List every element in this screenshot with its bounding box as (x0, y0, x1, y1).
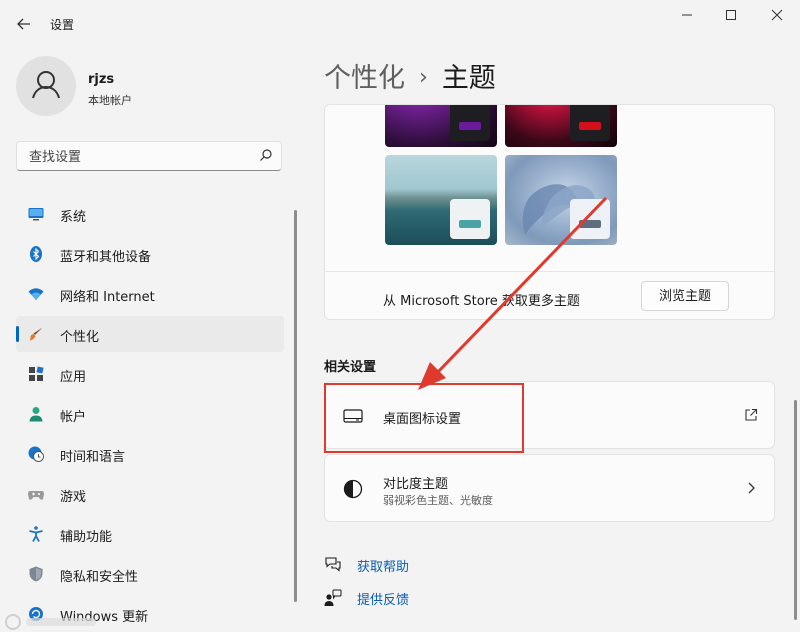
sidebar-item-gaming[interactable]: 游戏 (16, 476, 284, 512)
close-icon (771, 9, 783, 21)
sidebar-item-label: 辅助功能 (60, 530, 113, 545)
themes-card: 从 Microsoft Store 获取更多主题 浏览主题 (324, 104, 775, 320)
external-link-icon (745, 408, 758, 421)
sidebar-item-label: 网络和 Internet (60, 290, 155, 305)
shield-icon (29, 566, 43, 582)
contrast-themes-card[interactable]: 对比度主题 弱视彩色主题、光敏度 (324, 454, 775, 522)
username: rjzs (88, 72, 115, 87)
theme-thumbnail[interactable] (385, 155, 497, 245)
apps-icon (29, 366, 44, 381)
theme-preview-window (450, 199, 490, 239)
theme-preview-window (570, 199, 610, 239)
window-title: 设置 (50, 18, 75, 32)
monitor-icon (28, 208, 44, 221)
sidebar-item-label: 系统 (60, 210, 87, 225)
maximize-icon (726, 10, 736, 20)
wifi-icon (28, 288, 44, 300)
sidebar-item-label: 时间和语言 (60, 450, 126, 465)
person-icon (29, 407, 43, 422)
sidebar-item-apps[interactable]: 应用 (16, 356, 284, 392)
theme-thumbnail[interactable] (505, 155, 617, 245)
account-type: 本地帐户 (88, 94, 132, 107)
page-title: 主题 (441, 63, 496, 94)
minimize-button[interactable] (672, 6, 702, 28)
chevron-right-icon (748, 482, 755, 494)
theme-preview-window (570, 105, 610, 141)
sidebar-item-bluetooth[interactable]: 蓝牙和其他设备 (16, 236, 284, 272)
breadcrumb-separator: › (419, 65, 428, 90)
sidebar-item-label: 帐户 (60, 410, 87, 425)
annotation-highlight-box (324, 383, 524, 453)
sidebar-item-label: 隐私和安全性 (60, 570, 139, 585)
search-input[interactable] (27, 146, 251, 168)
person-icon (32, 71, 60, 99)
sidebar-item-network[interactable]: 网络和 Internet (16, 276, 284, 312)
link-label: 提供反馈 (357, 593, 410, 608)
close-button[interactable] (762, 6, 792, 28)
watermark-logo (5, 614, 96, 630)
theme-accent-swatch (459, 122, 481, 130)
sidebar-scrollbar[interactable] (294, 210, 297, 602)
brush-icon (29, 327, 43, 341)
search-icon[interactable] (259, 148, 273, 162)
back-button[interactable] (12, 12, 36, 36)
theme-thumbnail[interactable] (385, 105, 497, 147)
sidebar-item-time-language[interactable]: 时间和语言 (16, 436, 284, 472)
contrast-icon (343, 479, 363, 499)
browse-themes-button[interactable]: 浏览主题 (641, 281, 729, 311)
selected-indicator (16, 326, 19, 342)
theme-accent-swatch (579, 122, 601, 130)
breadcrumb: 个性化 › 主题 (324, 56, 496, 95)
divider (325, 271, 774, 272)
link-label: 获取帮助 (357, 560, 410, 575)
sidebar-item-privacy[interactable]: 隐私和安全性 (16, 556, 284, 592)
minimize-icon (682, 14, 692, 16)
back-arrow-icon (17, 18, 30, 30)
globe-clock-icon (28, 446, 44, 462)
sidebar-item-label: 蓝牙和其他设备 (60, 250, 152, 265)
search-box[interactable] (16, 141, 282, 171)
help-icon (325, 557, 341, 572)
sidebar-item-personalization[interactable]: 个性化 (16, 316, 284, 352)
bluetooth-icon (30, 246, 42, 262)
theme-accent-swatch (459, 220, 481, 228)
gamepad-icon (28, 491, 44, 500)
content-scrollbar[interactable] (794, 400, 797, 620)
accessibility-icon (29, 526, 43, 542)
feedback-icon (324, 589, 342, 606)
sidebar-item-accounts[interactable]: 帐户 (16, 396, 284, 432)
setting-subtitle: 弱视彩色主题、光敏度 (383, 494, 493, 507)
breadcrumb-parent[interactable]: 个性化 (324, 63, 405, 94)
maximize-button[interactable] (716, 6, 746, 28)
avatar[interactable] (16, 56, 76, 116)
theme-preview-window (450, 105, 490, 141)
related-settings-heading: 相关设置 (324, 360, 377, 375)
sidebar-item-label: 个性化 (60, 330, 100, 345)
theme-thumbnail[interactable] (505, 105, 617, 147)
sidebar-item-accessibility[interactable]: 辅助功能 (16, 516, 284, 552)
sidebar-item-system[interactable]: 系统 (16, 196, 284, 232)
sidebar-item-label: 游戏 (60, 490, 87, 505)
theme-accent-swatch (579, 220, 601, 228)
setting-title: 对比度主题 (383, 477, 449, 492)
store-text: 从 Microsoft Store 获取更多主题 (383, 294, 580, 309)
sidebar-item-label: 应用 (60, 370, 87, 385)
